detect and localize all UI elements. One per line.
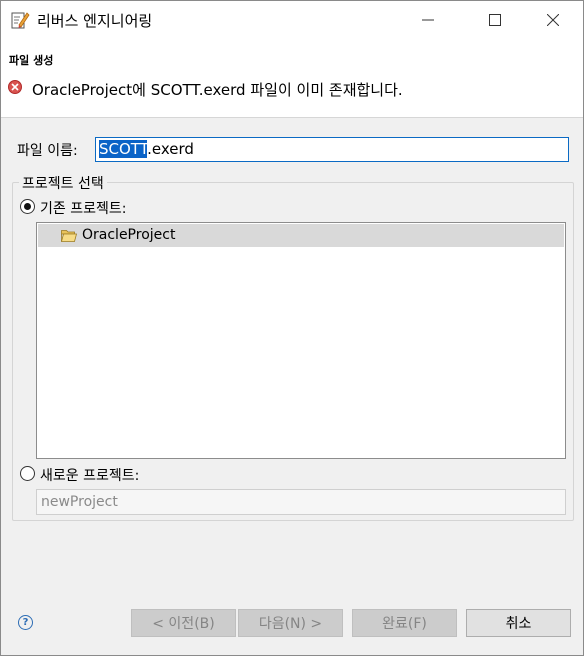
project-list[interactable]: OracleProject <box>36 222 566 459</box>
next-button[interactable]: 다음(N) > <box>238 609 343 637</box>
file-name-label: 파일 이름: <box>17 143 78 159</box>
list-item-label: OracleProject <box>82 227 176 243</box>
header-banner: 파일 생성 OracleProject에 SCOTT.exerd 파일이 이미 … <box>1 39 583 118</box>
file-name-selected-text: SCOTT <box>99 140 148 158</box>
back-button[interactable]: < 이전(B) <box>131 609 236 637</box>
dialog-window: 리버스 엔지니어링 파일 생성 OracleProject에 SCOTT.exe… <box>0 0 584 656</box>
new-project-label[interactable]: 새로운 프로젝트: <box>40 465 139 485</box>
error-icon <box>8 80 22 94</box>
error-message: OracleProject에 SCOTT.exerd 파일이 이미 존재합니다. <box>32 81 403 99</box>
help-icon[interactable]: ? <box>18 615 33 630</box>
cancel-button[interactable]: 취소 <box>466 609 571 637</box>
finish-button[interactable]: 완료(F) <box>352 609 457 637</box>
close-icon[interactable] <box>530 1 576 39</box>
existing-project-radio[interactable] <box>20 199 35 214</box>
banner-title: 파일 생성 <box>9 54 54 67</box>
new-project-input[interactable]: newProject <box>36 489 566 515</box>
window-title: 리버스 엔지니어링 <box>37 12 153 30</box>
file-name-input[interactable]: SCOTT.exerd <box>95 137 569 162</box>
new-project-radio[interactable] <box>20 466 35 481</box>
minimize-icon[interactable] <box>405 1 451 39</box>
project-select-group-label: 프로젝트 선택 <box>19 173 107 193</box>
list-item[interactable]: OracleProject <box>38 224 564 247</box>
maximize-icon[interactable] <box>472 1 518 39</box>
title-bar[interactable]: 리버스 엔지니어링 <box>1 1 583 39</box>
existing-project-label[interactable]: 기존 프로젝트: <box>40 198 126 218</box>
open-folder-icon <box>60 229 78 242</box>
edit-document-icon <box>10 10 30 30</box>
file-name-rest-text: .exerd <box>147 140 194 158</box>
